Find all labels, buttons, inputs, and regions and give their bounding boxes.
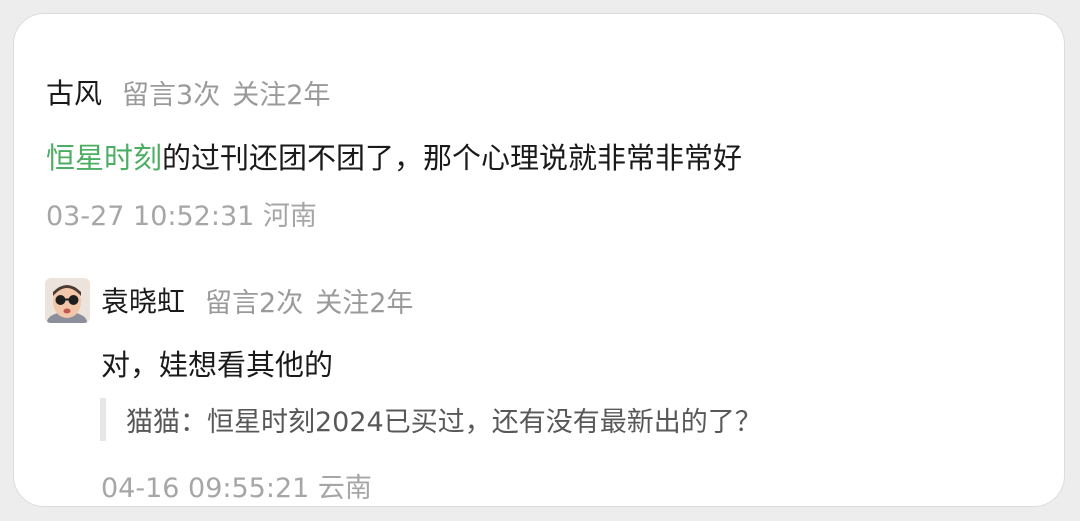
comment-1-text: 的过刊还团不团了，那个心理说就非常非常好: [162, 141, 743, 175]
comment-1-body: 恒星时刻的过刊还团不团了，那个心理说就非常非常好: [46, 135, 742, 177]
comment-2-follow-duration: 关注2年: [315, 287, 414, 319]
comment-card: 古风 留言3次 关注2年 恒星时刻的过刊还团不团了，那个心理说就非常非常好 03…: [14, 14, 1064, 506]
comment-1-timestamp: 03-27 10:52:31 河南: [46, 201, 317, 232]
comment-2-header: 袁晓虹 留言2次 关注2年: [101, 280, 413, 320]
comment-2-message-count: 留言2次: [205, 287, 304, 319]
avatar-child-sunglasses-icon: [45, 278, 90, 323]
quoted-reply-text: 猫猫：恒星时刻2024已买过，还有没有最新出的了？: [126, 407, 762, 438]
comment-2-body: 对，娃想看其他的: [101, 348, 334, 382]
comment-1-message-count: 留言3次: [122, 79, 221, 111]
comment-2-timestamp: 04-16 09:55:21 云南: [101, 473, 372, 504]
comment-1-author[interactable]: 古风: [46, 72, 102, 112]
comment-1-follow-duration: 关注2年: [232, 79, 331, 111]
comment-1-article-link[interactable]: 恒星时刻: [46, 141, 162, 175]
comment-1-header: 古风 留言3次 关注2年: [46, 72, 330, 112]
avatar[interactable]: [45, 278, 90, 323]
quoted-reply: 猫猫：恒星时刻2024已买过，还有没有最新出的了？: [100, 398, 762, 441]
comment-2-author[interactable]: 袁晓虹: [101, 280, 185, 320]
